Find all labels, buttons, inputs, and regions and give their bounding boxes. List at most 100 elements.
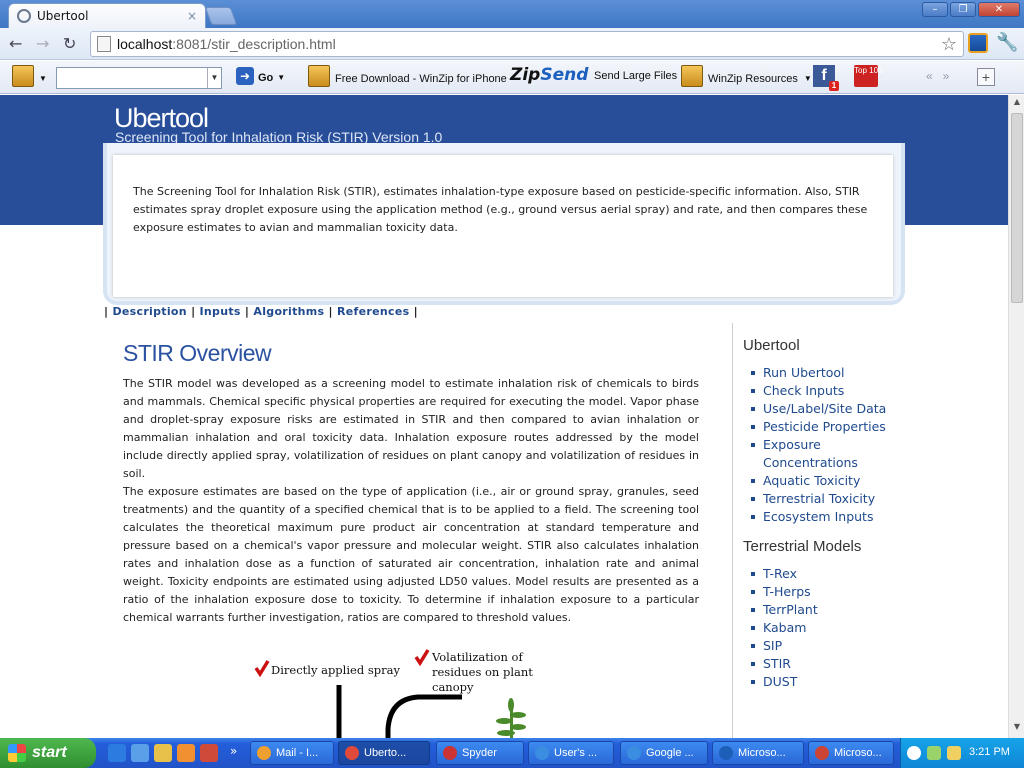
sidebar-item-sip[interactable]: SIP — [743, 637, 903, 655]
scroll-thumb[interactable] — [1011, 113, 1023, 303]
sidebar-item-aquatic-toxicity[interactable]: Aquatic Toxicity — [743, 472, 903, 490]
tab-title: Ubertool — [37, 9, 89, 23]
winzip-icon — [308, 65, 330, 87]
scroll-down-icon[interactable]: ▼ — [1011, 722, 1023, 736]
lock-icon[interactable] — [947, 746, 961, 760]
app-quicklaunch-icon[interactable] — [200, 744, 218, 762]
zipsend-a: Zip — [510, 65, 541, 85]
sidebar-item-check-inputs[interactable]: Check Inputs — [743, 382, 903, 400]
ubertool-menu: Run Ubertool Check Inputs Use/Label/Site… — [743, 364, 903, 526]
sidebar-item-exposure-concentrations[interactable]: Exposure Concentrations — [743, 436, 903, 472]
nav-sep: | — [104, 305, 109, 318]
window-controls: – ❐ ✕ — [922, 2, 1020, 17]
sidebar-item-therps[interactable]: T-Herps — [743, 583, 903, 601]
go-button[interactable]: ➜ Go ▼ — [236, 67, 285, 85]
nav-inputs-link[interactable]: Inputs — [200, 305, 241, 318]
minimize-button[interactable]: – — [922, 2, 948, 17]
tab-close-icon[interactable]: × — [187, 9, 197, 23]
taskbar-item[interactable]: Spyder — [436, 741, 524, 765]
browser-navbar: ← → ↻ localhost:8081/stir_description.ht… — [0, 28, 1024, 60]
zipsend-logo[interactable]: ZipSend — [510, 65, 588, 85]
taskbar-item-label: Spyder — [462, 747, 497, 759]
checkmark-icon — [254, 660, 270, 678]
sidebar: Ubertool Run Ubertool Check Inputs Use/L… — [743, 337, 903, 703]
taskbar-item[interactable]: Google ... — [620, 741, 708, 765]
nav-references-link[interactable]: References — [337, 305, 409, 318]
toolbar-add-button[interactable]: + — [977, 68, 995, 86]
zipsend-b: Send — [540, 65, 589, 85]
facebook-badge: 1 — [829, 81, 839, 91]
outlook-quicklaunch-icon[interactable] — [131, 744, 149, 762]
bookmark-star-icon[interactable]: ☆ — [941, 34, 957, 55]
winzip-resources-label: WinZip Resources — [708, 72, 798, 85]
extension-icon[interactable] — [968, 33, 988, 53]
diagram-label-canopy-3: canopy — [432, 680, 474, 694]
send-large-files-label: Send Large Files — [594, 70, 678, 82]
toolbar-pager[interactable]: «» — [926, 69, 959, 83]
sidebar-item-ecosystem-inputs[interactable]: Ecosystem Inputs — [743, 508, 903, 526]
toolbar-search-input[interactable]: ▼ — [56, 67, 222, 89]
start-button[interactable]: start — [0, 738, 96, 768]
new-tab-button[interactable] — [204, 7, 238, 25]
page-viewport: Ubertool Screening Tool for Inhalation R… — [0, 95, 1008, 738]
maximize-button[interactable]: ❐ — [950, 2, 976, 17]
sidebar-item-use-label-site[interactable]: Use/Label/Site Data — [743, 400, 903, 418]
sidebar-item-dust[interactable]: DUST — [743, 673, 903, 691]
taskbar-item[interactable]: Uberto... — [338, 741, 430, 765]
ie-quicklaunch-icon[interactable] — [108, 744, 126, 762]
sidebar-item-kabam[interactable]: Kabam — [743, 619, 903, 637]
quicklaunch-more-icon[interactable]: » — [230, 744, 237, 758]
nav-algorithms-link[interactable]: Algorithms — [253, 305, 324, 318]
forward-arrow-icon[interactable]: → — [36, 34, 49, 53]
windows-flag-icon — [8, 744, 26, 762]
search-dropdown-icon[interactable]: ▼ — [207, 68, 221, 88]
send-large-files-link[interactable]: Send Large Files — [594, 70, 677, 82]
diagram-label-canopy-1: Volatilization of — [431, 650, 523, 664]
taskbar-item[interactable]: Microso... — [808, 741, 894, 765]
sidebar-heading-models: Terrestrial Models — [743, 538, 862, 555]
sidebar-item-run-ubertool[interactable]: Run Ubertool — [743, 364, 903, 382]
winzip-iphone-link[interactable]: Free Download - WinZip for iPhone — [308, 65, 507, 87]
top100-icon: Top 100 — [854, 65, 882, 87]
overview-paragraph-2: The exposure estimates are based on the … — [123, 485, 699, 624]
nav-description-link[interactable]: Description — [112, 305, 186, 318]
diagram-label-canopy-2: residues on plant — [432, 665, 533, 679]
tray-expand-icon[interactable] — [907, 746, 921, 760]
reload-icon[interactable]: ↻ — [63, 34, 76, 53]
wrench-menu-icon[interactable]: 🔧 — [996, 32, 1018, 53]
taskbar-item-label: User's ... — [554, 747, 598, 759]
section-nav: | Description | Inputs | Algorithms | Re… — [104, 305, 418, 318]
nav-sep: | — [191, 305, 196, 318]
winzip-resources-link[interactable]: WinZip Resources ▼ — [681, 65, 812, 87]
taskbar-item[interactable]: Mail - I... — [250, 741, 334, 765]
taskbar-item[interactable]: Microso... — [712, 741, 804, 765]
page-favicon-icon — [17, 9, 31, 23]
sidebar-item-terrestrial-toxicity[interactable]: Terrestrial Toxicity — [743, 490, 903, 508]
exposure-diagram: Directly applied spray Volatilization of… — [254, 649, 533, 738]
clock: 3:21 PM — [969, 746, 1010, 758]
checkmark-icon — [414, 649, 430, 667]
firefox-quicklaunch-icon[interactable] — [177, 744, 195, 762]
nav-sep: | — [328, 305, 333, 318]
plant-icon — [496, 698, 526, 738]
network-icon[interactable] — [927, 746, 941, 760]
go-label: Go — [258, 71, 274, 84]
sidebar-item-trex[interactable]: T-Rex — [743, 565, 903, 583]
folder-quicklaunch-icon[interactable] — [154, 744, 172, 762]
sidebar-divider — [732, 323, 733, 738]
scroll-up-icon[interactable]: ▲ — [1011, 97, 1023, 111]
sidebar-item-stir[interactable]: STIR — [743, 655, 903, 673]
taskbar-item-label: Google ... — [646, 747, 694, 759]
facebook-button[interactable]: f1 — [813, 65, 839, 91]
sidebar-item-pesticide-properties[interactable]: Pesticide Properties — [743, 418, 903, 436]
browser-titlebar: Ubertool × – ❐ ✕ — [0, 0, 1024, 28]
page-scrollbar[interactable]: ▲ ▼ — [1008, 95, 1024, 738]
close-window-button[interactable]: ✕ — [978, 2, 1020, 17]
top100-button[interactable]: Top 100 — [854, 65, 882, 87]
back-arrow-icon[interactable]: ← — [9, 34, 22, 53]
sidebar-item-terrplant[interactable]: TerrPlant — [743, 601, 903, 619]
taskbar-item[interactable]: User's ... — [528, 741, 614, 765]
address-bar[interactable]: localhost:8081/stir_description.html ☆ — [90, 31, 964, 57]
winzip-logo-icon[interactable]: ▼ — [12, 65, 47, 87]
browser-tab[interactable]: Ubertool × — [8, 3, 206, 28]
